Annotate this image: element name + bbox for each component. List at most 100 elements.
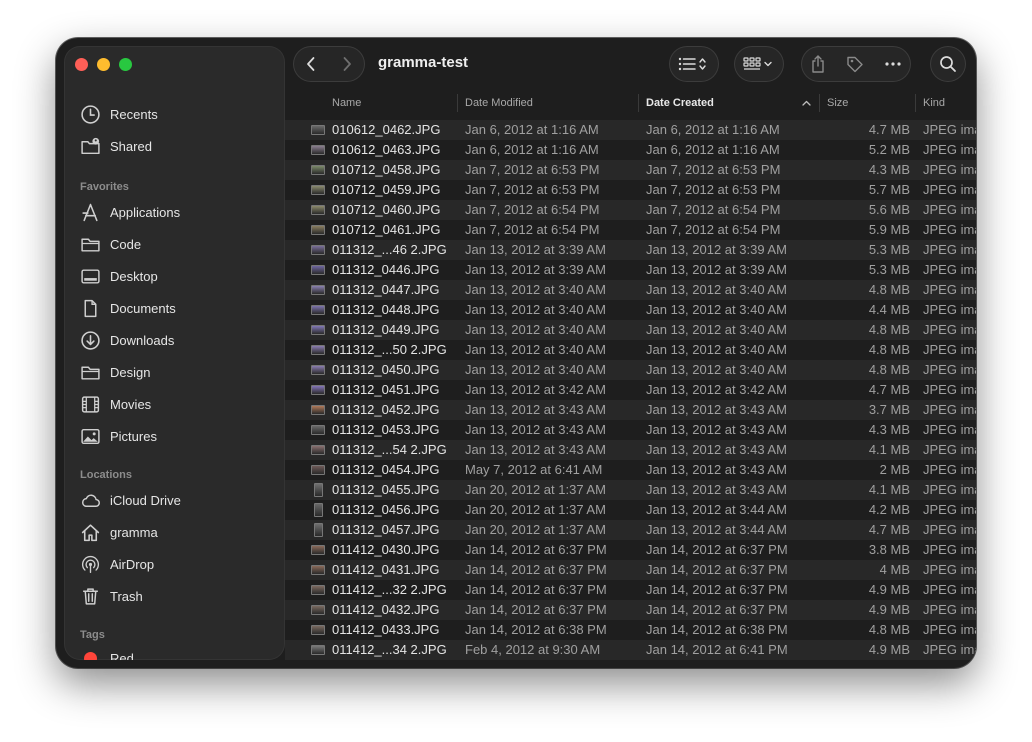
file-size: 5.7 MB <box>868 182 910 197</box>
column-header-kind[interactable]: Kind <box>923 90 945 116</box>
file-row[interactable]: 011312_...50 2.JPG Jan 13, 2012 at 3:40 A… <box>285 340 976 360</box>
sidebar-item-airdrop[interactable]: AirDrop <box>64 548 285 580</box>
image-thumbnail-icon <box>311 385 325 395</box>
file-row[interactable]: 011312_0452.JPG Jan 13, 2012 at 3:43 AM Ja… <box>285 400 976 420</box>
column-header-name[interactable]: Name <box>332 90 361 116</box>
sidebar-item-label: Shared <box>110 138 152 154</box>
file-row[interactable]: 011312_0446.JPG Jan 13, 2012 at 3:39 AM Ja… <box>285 260 976 280</box>
file-row[interactable]: 011312_0449.JPG Jan 13, 2012 at 3:40 AM Ja… <box>285 320 976 340</box>
file-row[interactable]: 010712_0460.JPG Jan 7, 2012 at 6:54 PM Jan… <box>285 200 976 220</box>
sidebar-tag-red[interactable]: Red <box>64 644 285 660</box>
file-row[interactable]: 011412_...34 2.JPG Feb 4, 2012 at 9:30 AM… <box>285 640 976 660</box>
file-size: 3.8 MB <box>868 542 910 557</box>
view-options-button[interactable] <box>669 46 719 82</box>
file-row[interactable]: 011312_0447.JPG Jan 13, 2012 at 3:40 AM Ja… <box>285 280 976 300</box>
file-row[interactable]: 011312_0456.JPG Jan 20, 2012 at 1:37 AM Ja… <box>285 500 976 520</box>
file-kind: JPEG image <box>923 582 976 597</box>
image-thumbnail-icon <box>311 125 325 135</box>
date-modified: Jan 13, 2012 at 3:39 AM <box>465 242 606 257</box>
date-created: Jan 13, 2012 at 3:43 AM <box>646 482 787 497</box>
sidebar-item-movies[interactable]: Movies <box>64 388 285 420</box>
file-row[interactable]: 011312_0453.JPG Jan 13, 2012 at 3:43 AM Ja… <box>285 420 976 440</box>
file-row[interactable]: 011312_0454.JPG May 7, 2012 at 6:41 AM Jan… <box>285 460 976 480</box>
file-row[interactable]: 011312_...46 2.JPG Jan 13, 2012 at 3:39 A… <box>285 240 976 260</box>
file-row[interactable]: 011312_0455.JPG Jan 20, 2012 at 1:37 AM Ja… <box>285 480 976 500</box>
sidebar-item-label: gramma <box>110 524 158 540</box>
file-row[interactable]: 011412_0432.JPG Jan 14, 2012 at 6:37 PM Ja… <box>285 600 976 620</box>
share-icon[interactable] <box>810 54 826 74</box>
image-thumbnail-icon <box>311 185 325 195</box>
column-separator[interactable] <box>457 94 458 112</box>
date-modified: Jan 6, 2012 at 1:16 AM <box>465 142 599 157</box>
forward-button[interactable] <box>329 46 365 82</box>
image-thumbnail-icon <box>311 145 325 155</box>
file-row[interactable]: 010612_0463.JPG Jan 6, 2012 at 1:16 AM Jan… <box>285 140 976 160</box>
sidebar-item-pictures[interactable]: Pictures <box>64 420 285 452</box>
close-window-button[interactable] <box>75 58 88 71</box>
sidebar-item-icloud-drive[interactable]: iCloud Drive <box>64 484 285 516</box>
date-created: Jan 14, 2012 at 6:37 PM <box>646 562 788 577</box>
date-modified: Jan 13, 2012 at 3:43 AM <box>465 402 606 417</box>
folder-icon <box>81 366 100 380</box>
image-thumbnail-icon <box>311 225 325 235</box>
file-kind: JPEG image <box>923 222 976 237</box>
sidebar-item-recents[interactable]: Recents <box>64 98 285 130</box>
applications-icon <box>82 203 98 221</box>
file-kind: JPEG image <box>923 402 976 417</box>
file-row[interactable]: 011312_0451.JPG Jan 13, 2012 at 3:42 AM Ja… <box>285 380 976 400</box>
sidebar-item-gramma[interactable]: gramma <box>64 516 285 548</box>
file-row[interactable]: 011312_0448.JPG Jan 13, 2012 at 3:40 AM Ja… <box>285 300 976 320</box>
column-header-date-modified[interactable]: Date Modified <box>465 90 533 116</box>
file-row[interactable]: 010712_0458.JPG Jan 7, 2012 at 6:53 PM Jan… <box>285 160 976 180</box>
more-icon[interactable] <box>884 61 902 67</box>
date-created: Jan 14, 2012 at 6:37 PM <box>646 602 788 617</box>
file-row[interactable]: 011412_0431.JPG Jan 14, 2012 at 6:37 PM Ja… <box>285 560 976 580</box>
file-name: 010712_0459.JPG <box>332 182 441 197</box>
file-kind: JPEG image <box>923 182 976 197</box>
file-name: 010712_0458.JPG <box>332 162 441 177</box>
file-name: 010712_0461.JPG <box>332 222 441 237</box>
tag-icon[interactable] <box>845 54 865 74</box>
file-row[interactable]: 011312_0457.JPG Jan 20, 2012 at 1:37 AM Ja… <box>285 520 976 540</box>
column-separator[interactable] <box>819 94 820 112</box>
file-row[interactable]: 010712_0461.JPG Jan 7, 2012 at 6:54 PM Jan… <box>285 220 976 240</box>
file-row[interactable]: 011412_0433.JPG Jan 14, 2012 at 6:38 PM Ja… <box>285 620 976 640</box>
sidebar-item-shared[interactable]: Shared <box>64 130 285 162</box>
sidebar-item-desktop[interactable]: Desktop <box>64 260 285 292</box>
date-modified: Jan 14, 2012 at 6:37 PM <box>465 602 607 617</box>
tags-header: Tags <box>80 629 105 641</box>
search-button[interactable] <box>930 46 966 82</box>
date-modified: Jan 7, 2012 at 6:53 PM <box>465 162 600 177</box>
file-row[interactable]: 011412_0430.JPG Jan 14, 2012 at 6:37 PM Ja… <box>285 540 976 560</box>
column-header-size[interactable]: Size <box>827 90 848 116</box>
file-kind: JPEG image <box>923 322 976 337</box>
column-separator[interactable] <box>915 94 916 112</box>
sidebar-item-documents[interactable]: Documents <box>64 292 285 324</box>
column-separator[interactable] <box>638 94 639 112</box>
sidebar-item-trash[interactable]: Trash <box>64 580 285 612</box>
sidebar-item-code[interactable]: Code <box>64 228 285 260</box>
file-row[interactable]: 011412_...32 2.JPG Jan 14, 2012 at 6:37 P… <box>285 580 976 600</box>
tag-color-dot <box>84 651 97 660</box>
sidebar-item-downloads[interactable]: Downloads <box>64 324 285 356</box>
minimize-window-button[interactable] <box>97 58 110 71</box>
file-row[interactable]: 010612_0462.JPG Jan 6, 2012 at 1:16 AM Jan… <box>285 120 976 140</box>
navigation-buttons <box>293 46 365 82</box>
column-header-date-created[interactable]: Date Created <box>646 90 714 116</box>
zoom-window-button[interactable] <box>119 58 132 71</box>
sidebar-item-applications[interactable]: Applications <box>64 196 285 228</box>
date-modified: Jan 20, 2012 at 1:37 AM <box>465 502 606 517</box>
file-row[interactable]: 010712_0459.JPG Jan 7, 2012 at 6:53 PM Jan… <box>285 180 976 200</box>
document-icon <box>84 299 97 317</box>
date-created: Jan 13, 2012 at 3:40 AM <box>646 362 787 377</box>
file-row[interactable]: 011312_0450.JPG Jan 13, 2012 at 3:40 AM Ja… <box>285 360 976 380</box>
date-created: Jan 13, 2012 at 3:44 AM <box>646 522 787 537</box>
file-name: 011312_0455.JPG <box>332 482 440 497</box>
date-modified: Jan 13, 2012 at 3:40 AM <box>465 302 606 317</box>
group-by-button[interactable] <box>734 46 784 82</box>
image-thumbnail-icon <box>311 545 325 555</box>
file-row[interactable]: 011312_...54 2.JPG Jan 13, 2012 at 3:43 A… <box>285 440 976 460</box>
image-thumbnail-icon <box>311 205 325 215</box>
sidebar-item-design[interactable]: Design <box>64 356 285 388</box>
back-button[interactable] <box>293 46 329 82</box>
